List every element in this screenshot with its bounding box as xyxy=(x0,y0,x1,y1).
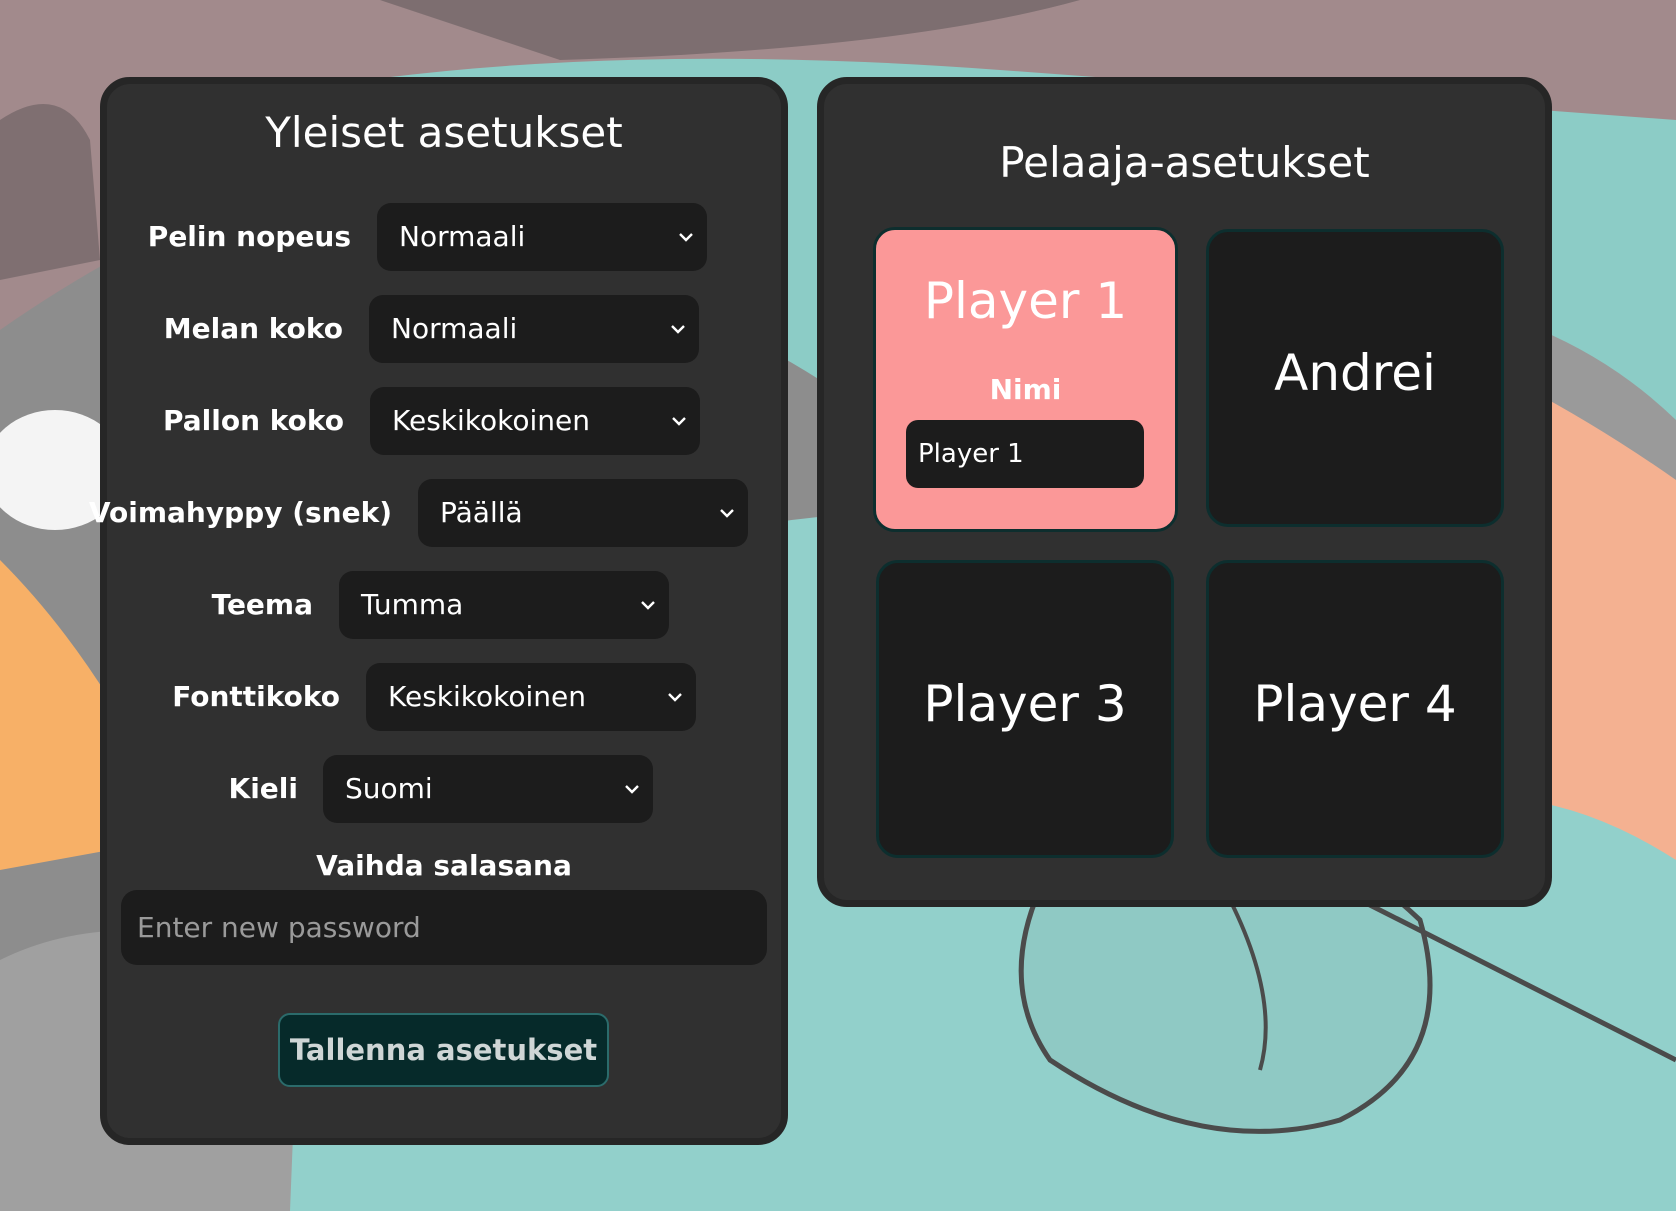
password-placeholder: Enter new password xyxy=(137,911,421,944)
font-size-select[interactable]: Keskikokoinen xyxy=(366,663,696,731)
player-settings-panel: Pelaaja-asetukset Player 1 Nimi Player 1… xyxy=(817,77,1552,907)
theme-value: Tumma xyxy=(361,588,464,621)
language-select[interactable]: Suomi xyxy=(323,755,653,823)
change-password-label: Vaihda salasana xyxy=(316,849,572,882)
chevron-down-icon xyxy=(621,755,643,823)
theme-label: Teema xyxy=(211,588,313,621)
paddle-size-label: Melan koko xyxy=(163,312,343,345)
power-jump-value: Päällä xyxy=(440,496,523,529)
chevron-down-icon xyxy=(664,663,686,731)
player-card-3[interactable]: Player 3 xyxy=(876,560,1174,858)
ball-size-select[interactable]: Keskikokoinen xyxy=(370,387,700,455)
player-card-name: Player 4 xyxy=(1253,675,1457,733)
power-jump-label: Voimahyppy (snek) xyxy=(88,496,392,529)
power-jump-select[interactable]: Päällä xyxy=(418,479,748,547)
language-value: Suomi xyxy=(345,772,433,805)
player-card-2[interactable]: Andrei xyxy=(1206,229,1504,527)
player-card-1[interactable]: Player 1 Nimi Player 1 xyxy=(873,227,1178,532)
ball-size-label: Pallon koko xyxy=(163,404,344,437)
chevron-down-icon xyxy=(667,295,689,363)
new-password-input[interactable]: Enter new password xyxy=(121,890,767,965)
theme-select[interactable]: Tumma xyxy=(339,571,669,639)
player-name-label: Nimi xyxy=(989,373,1062,406)
chevron-down-icon xyxy=(675,203,697,271)
player-card-name: Andrei xyxy=(1274,344,1436,402)
chevron-down-icon xyxy=(716,479,738,547)
save-settings-button[interactable]: Tallenna asetukset xyxy=(278,1013,609,1087)
player-name-value: Player 1 xyxy=(918,439,1024,469)
game-speed-select[interactable]: Normaali xyxy=(377,203,707,271)
general-settings-panel: Yleiset asetukset Pelin nopeus Normaali … xyxy=(89,77,788,1145)
general-settings-title: Yleiset asetukset xyxy=(265,108,623,157)
chevron-down-icon xyxy=(637,571,659,639)
language-label: Kieli xyxy=(228,772,298,805)
game-speed-value: Normaali xyxy=(399,220,526,253)
paddle-size-value: Normaali xyxy=(391,312,518,345)
paddle-size-select[interactable]: Normaali xyxy=(369,295,699,363)
game-speed-label: Pelin nopeus xyxy=(147,220,351,253)
ball-size-value: Keskikokoinen xyxy=(392,404,590,437)
player-name-input[interactable]: Player 1 xyxy=(906,420,1144,488)
chevron-down-icon xyxy=(668,387,690,455)
font-size-value: Keskikokoinen xyxy=(388,680,586,713)
player-card-4[interactable]: Player 4 xyxy=(1206,560,1504,858)
player-card-name: Player 1 xyxy=(923,272,1128,330)
player-settings-title: Pelaaja-asetukset xyxy=(999,138,1370,187)
font-size-label: Fonttikoko xyxy=(172,680,340,713)
player-card-name: Player 3 xyxy=(923,675,1127,733)
